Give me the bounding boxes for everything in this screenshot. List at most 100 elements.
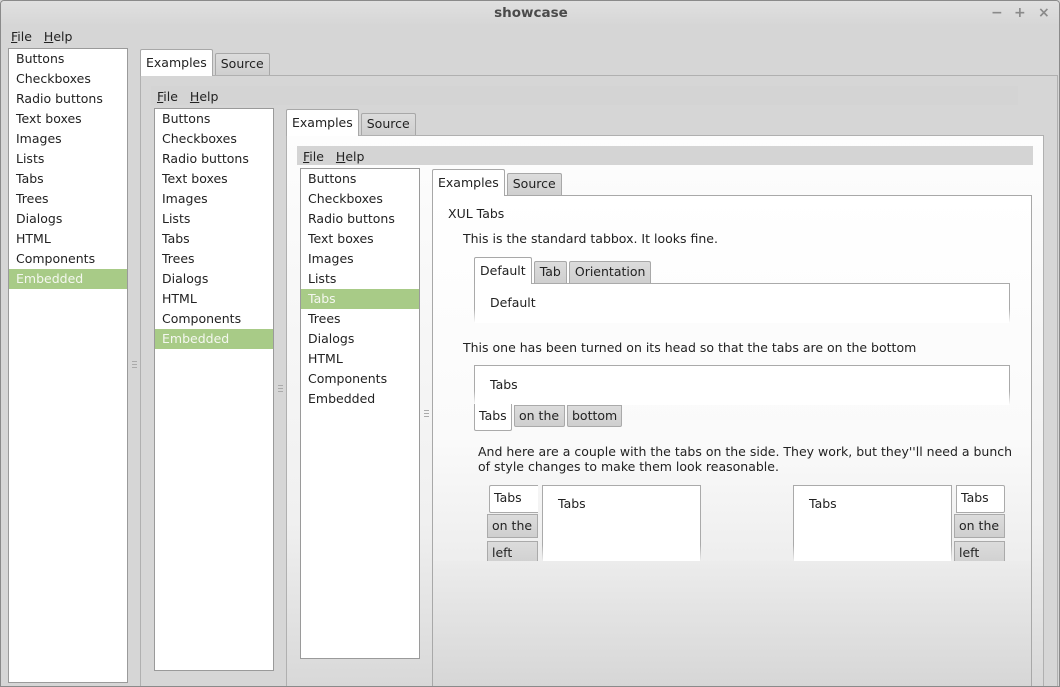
- side-desc-line1: And here are a couple with the tabs on t…: [478, 444, 1013, 459]
- list-item-components[interactable]: Components: [9, 249, 127, 269]
- menu-file[interactable]: File: [303, 149, 324, 164]
- menu-help-accel: H: [43, 28, 54, 44]
- menu-help-label: elp: [53, 28, 73, 44]
- menubar-level3: File Help: [303, 146, 376, 166]
- list-item-images[interactable]: Images: [9, 129, 127, 149]
- maximize-icon[interactable]: +: [1014, 5, 1026, 21]
- list-item-text-boxes[interactable]: Text boxes: [301, 229, 419, 249]
- standard-tabstrip: Default Tab Orientation: [474, 257, 653, 284]
- left-tabpanel: Tabs: [542, 485, 701, 565]
- side-desc-line2: of style changes to make them look reaso…: [478, 459, 779, 474]
- tab-orientation[interactable]: Orientation: [568, 261, 652, 283]
- list-item-trees[interactable]: Trees: [155, 249, 273, 269]
- menu-file-label: ile: [309, 148, 324, 164]
- menu-help-accel: H: [189, 88, 200, 104]
- menubar-level2-bg: [151, 86, 1018, 105]
- list-item-components[interactable]: Components: [155, 309, 273, 329]
- menu-file[interactable]: File: [11, 29, 32, 44]
- tab-source[interactable]: Source: [506, 173, 562, 195]
- menu-help[interactable]: Help: [190, 89, 219, 104]
- tab-examples[interactable]: Examples: [432, 169, 505, 196]
- list-item-text-boxes[interactable]: Text boxes: [155, 169, 273, 189]
- standard-panel-text: Default: [490, 295, 536, 310]
- tab-tab[interactable]: Tab: [533, 261, 567, 283]
- tabstrip-level1: Examples Source: [140, 49, 272, 76]
- list-item-lists[interactable]: Lists: [155, 209, 273, 229]
- title-bar[interactable]: showcase − + ×: [1, 1, 1059, 26]
- list-item-checkboxes[interactable]: Checkboxes: [155, 129, 273, 149]
- menu-help-label: elp: [199, 88, 219, 104]
- standard-tabpanel: Default: [474, 283, 1010, 323]
- menu-help-accel: H: [335, 148, 346, 164]
- menu-file[interactable]: File: [157, 89, 178, 104]
- list-item-html[interactable]: HTML: [155, 289, 273, 309]
- nav-list-level2[interactable]: Buttons Checkboxes Radio buttons Text boxes…: [154, 108, 274, 671]
- list-item-embedded[interactable]: Embedded: [301, 389, 419, 409]
- list-item-lists[interactable]: Lists: [301, 269, 419, 289]
- intro-text: This is the standard tabbox. It looks fi…: [463, 231, 718, 246]
- tab-bottom-tabs[interactable]: Tabs: [474, 404, 512, 431]
- right-panel-text: Tabs: [809, 496, 837, 511]
- list-item-text-boxes[interactable]: Text boxes: [9, 109, 127, 129]
- minimize-icon[interactable]: −: [991, 5, 1003, 21]
- nav-list[interactable]: Buttons Checkboxes Radio buttons Text boxes…: [8, 48, 128, 683]
- tab-left-on-the[interactable]: on the: [487, 514, 538, 538]
- bottom-panel-text: Tabs: [490, 377, 518, 392]
- tabstrip-level3: Examples Source: [432, 169, 564, 196]
- list-item-buttons[interactable]: Buttons: [301, 169, 419, 189]
- list-item-html[interactable]: HTML: [9, 229, 127, 249]
- list-item-tabs[interactable]: Tabs: [9, 169, 127, 189]
- tab-left-tabs[interactable]: Tabs: [489, 485, 538, 513]
- list-item-checkboxes[interactable]: Checkboxes: [9, 69, 127, 89]
- menu-help[interactable]: Help: [44, 29, 73, 44]
- list-item-embedded[interactable]: Embedded: [9, 269, 127, 289]
- bottom-desc: This one has been turned on its head so …: [463, 340, 917, 355]
- list-item-trees[interactable]: Trees: [301, 309, 419, 329]
- tab-examples[interactable]: Examples: [286, 109, 359, 136]
- menu-file-label: ile: [163, 88, 178, 104]
- list-item-buttons[interactable]: Buttons: [155, 109, 273, 129]
- content-heading: XUL Tabs: [448, 206, 505, 221]
- panel-lower-region: [433, 561, 1031, 686]
- menu-help-label: elp: [345, 148, 365, 164]
- left-panel-text: Tabs: [558, 496, 586, 511]
- list-item-dialogs[interactable]: Dialogs: [301, 329, 419, 349]
- splitter-grip[interactable]: [424, 410, 430, 419]
- list-item-html[interactable]: HTML: [301, 349, 419, 369]
- tabstrip-level2: Examples Source: [286, 109, 418, 136]
- splitter-grip[interactable]: [132, 361, 138, 370]
- list-item-trees[interactable]: Trees: [9, 189, 127, 209]
- tab-examples[interactable]: Examples: [140, 49, 213, 76]
- tab-right-tabs[interactable]: Tabs: [956, 485, 1005, 513]
- tab-source[interactable]: Source: [214, 53, 270, 75]
- list-item-tabs[interactable]: Tabs: [301, 289, 419, 309]
- tab-default[interactable]: Default: [474, 257, 532, 284]
- tab-source[interactable]: Source: [360, 113, 416, 135]
- list-item-radio-buttons[interactable]: Radio buttons: [9, 89, 127, 109]
- list-item-checkboxes[interactable]: Checkboxes: [301, 189, 419, 209]
- menubar-level3-bg: [297, 146, 1033, 165]
- close-icon[interactable]: ×: [1038, 5, 1050, 21]
- menubar: File Help: [11, 26, 84, 46]
- bottom-tabpanel: Tabs: [474, 365, 1010, 405]
- list-item-embedded[interactable]: Embedded: [155, 329, 273, 349]
- list-item-buttons[interactable]: Buttons: [9, 49, 127, 69]
- list-item-radio-buttons[interactable]: Radio buttons: [301, 209, 419, 229]
- list-item-images[interactable]: Images: [301, 249, 419, 269]
- list-item-radio-buttons[interactable]: Radio buttons: [155, 149, 273, 169]
- list-item-images[interactable]: Images: [155, 189, 273, 209]
- tab-bottom-bottom[interactable]: bottom: [567, 405, 622, 427]
- list-item-dialogs[interactable]: Dialogs: [155, 269, 273, 289]
- tab-bottom-on-the[interactable]: on the: [514, 405, 565, 427]
- app-window: showcase − + × File Help Buttons Checkbox…: [0, 0, 1060, 687]
- list-item-lists[interactable]: Lists: [9, 149, 127, 169]
- list-item-tabs[interactable]: Tabs: [155, 229, 273, 249]
- list-item-dialogs[interactable]: Dialogs: [9, 209, 127, 229]
- window-title: showcase: [494, 5, 568, 21]
- menubar-level2: File Help: [157, 86, 230, 106]
- splitter-grip[interactable]: [278, 385, 284, 394]
- nav-list-level3[interactable]: Buttons Checkboxes Radio buttons Text boxes…: [300, 168, 420, 659]
- menu-help[interactable]: Help: [336, 149, 365, 164]
- list-item-components[interactable]: Components: [301, 369, 419, 389]
- tab-right-on-the[interactable]: on the: [954, 514, 1005, 538]
